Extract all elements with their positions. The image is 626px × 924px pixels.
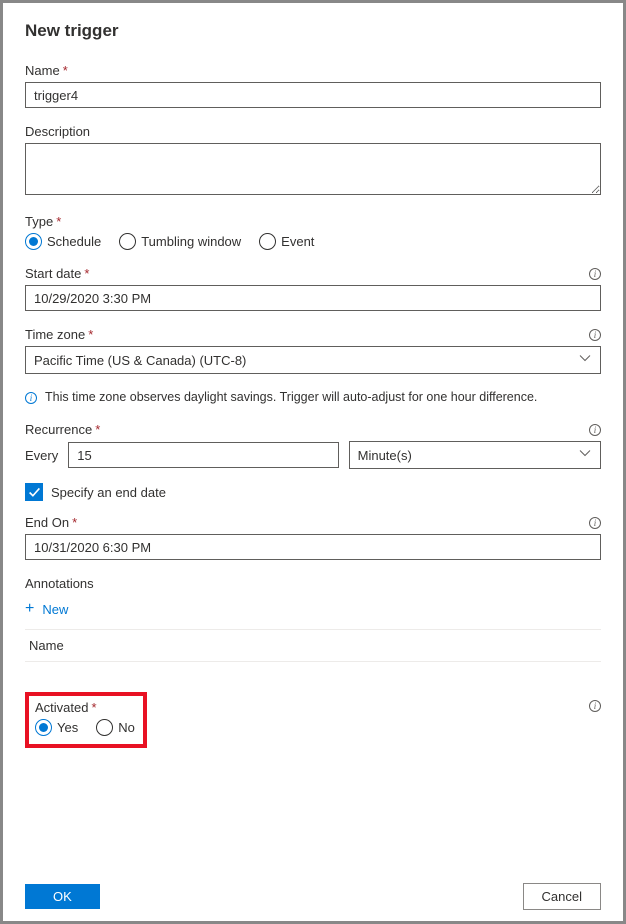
info-icon[interactable]: i xyxy=(589,700,601,712)
radio-icon xyxy=(35,719,52,736)
type-radio-tumbling[interactable]: Tumbling window xyxy=(119,233,241,250)
plus-icon: + xyxy=(25,601,34,617)
type-radio-schedule[interactable]: Schedule xyxy=(25,233,101,250)
start-date-label: Start date* i xyxy=(25,266,601,281)
every-label: Every xyxy=(25,448,58,463)
time-zone-label: Time zone* i xyxy=(25,327,601,342)
specify-end-checkbox[interactable]: Specify an end date xyxy=(25,483,601,501)
time-zone-select[interactable]: Pacific Time (US & Canada) (UTC-8) xyxy=(25,346,601,374)
info-icon[interactable]: i xyxy=(589,329,601,341)
name-label: Name* xyxy=(25,63,601,78)
panel-title: New trigger xyxy=(25,21,601,41)
every-input[interactable] xyxy=(68,442,338,468)
end-on-input[interactable] xyxy=(25,534,601,560)
name-input[interactable] xyxy=(25,82,601,108)
footer: OK Cancel xyxy=(3,871,623,921)
checkbox-checked-icon xyxy=(25,483,43,501)
info-icon: i xyxy=(25,392,37,404)
cancel-button[interactable]: Cancel xyxy=(523,883,601,910)
start-date-input[interactable] xyxy=(25,285,601,311)
info-icon[interactable]: i xyxy=(589,268,601,280)
description-textarea[interactable] xyxy=(25,143,601,195)
radio-icon xyxy=(96,719,113,736)
activated-radio-no[interactable]: No xyxy=(96,719,135,736)
activated-label: Activated* xyxy=(35,700,135,715)
recurrence-unit-select[interactable]: Minute(s) xyxy=(349,441,601,469)
info-icon[interactable]: i xyxy=(589,517,601,529)
recurrence-label: Recurrence* i xyxy=(25,422,601,437)
activated-highlight: Activated* Yes No xyxy=(25,692,147,748)
annotations-label: Annotations xyxy=(25,576,601,591)
info-icon[interactable]: i xyxy=(589,424,601,436)
radio-icon xyxy=(259,233,276,250)
radio-icon xyxy=(119,233,136,250)
type-radio-event[interactable]: Event xyxy=(259,233,314,250)
add-annotation-button[interactable]: + New xyxy=(25,595,68,623)
end-on-label: End On* i xyxy=(25,515,601,530)
type-label: Type* xyxy=(25,214,601,229)
activated-radio-yes[interactable]: Yes xyxy=(35,719,78,736)
annotations-column-header: Name xyxy=(25,629,601,662)
description-label: Description xyxy=(25,124,601,139)
ok-button[interactable]: OK xyxy=(25,884,100,909)
required-asterisk: * xyxy=(63,63,68,78)
radio-icon xyxy=(25,233,42,250)
dst-note: i This time zone observes daylight savin… xyxy=(25,390,601,404)
